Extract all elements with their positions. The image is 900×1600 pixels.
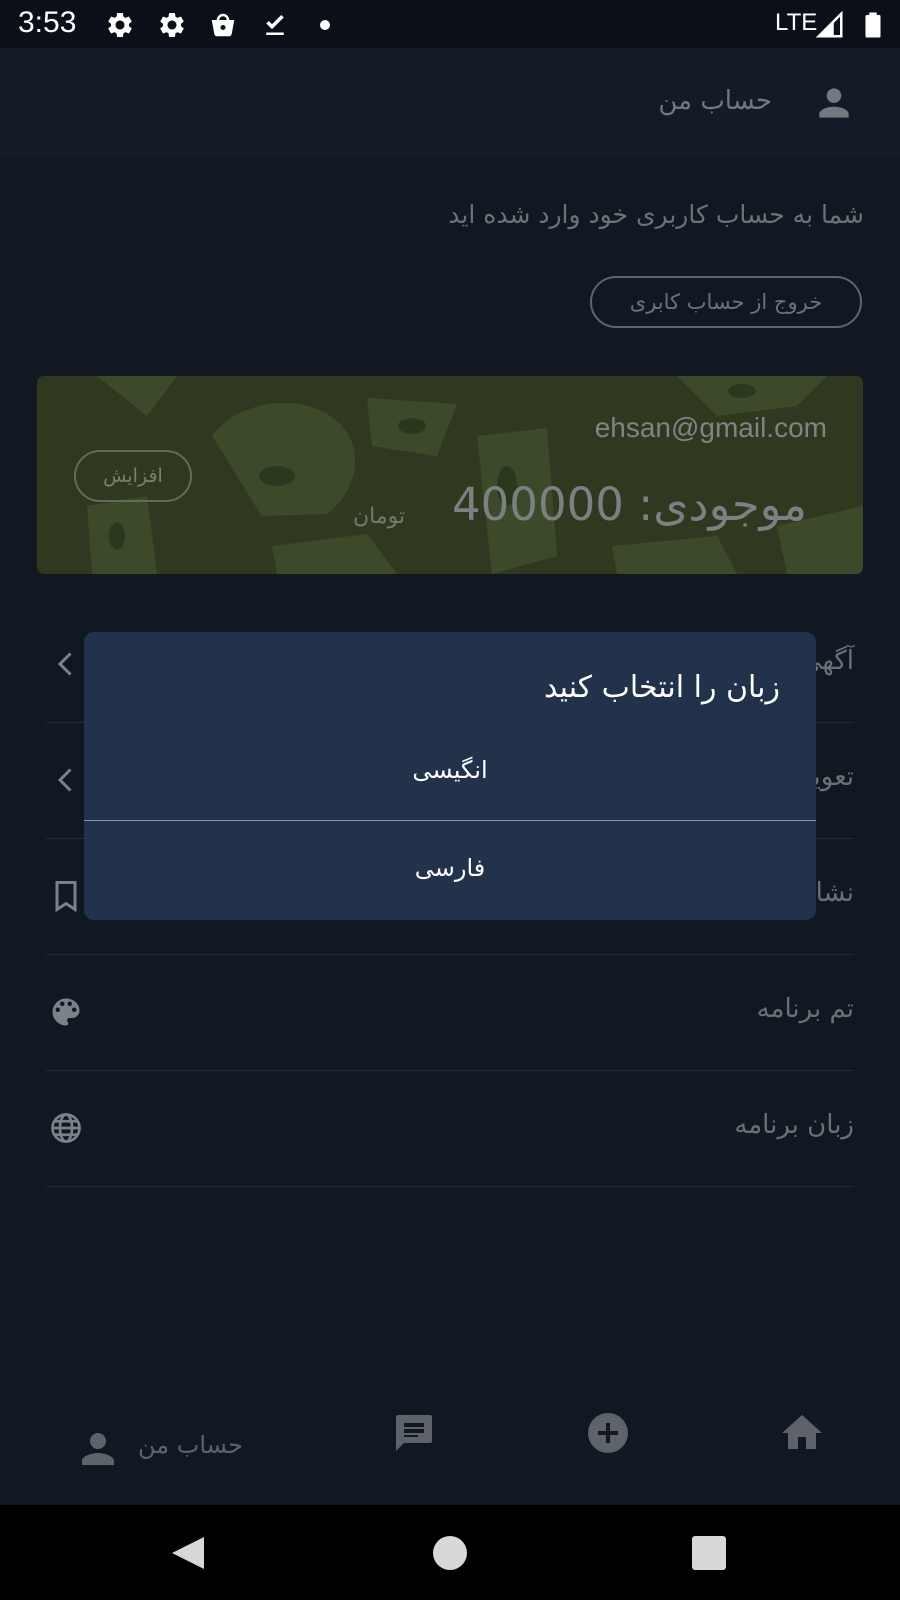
home-circle-icon[interactable] [432,1535,468,1571]
download-done-icon [260,10,290,40]
logged-in-message: شما به حساب کاربری خود وارد شده اید [448,200,864,229]
globe-icon [48,1110,84,1146]
bottom-nav-account[interactable]: حساب من [60,1405,280,1485]
account-icon [812,81,856,125]
settings-icon [105,10,135,40]
palette-icon [48,994,84,1030]
wallet-balance: موجودی: 400000 [452,478,807,531]
settings-icon [157,10,187,40]
battery-icon [858,10,888,40]
chat-icon[interactable] [390,1409,438,1457]
dot-icon [310,10,340,40]
network-type: LTE [775,9,818,36]
signal-icon [815,10,845,40]
page-title: حساب من [658,86,772,116]
app-bar: حساب من [0,48,900,158]
language-option-persian[interactable]: فارسی [84,854,816,882]
bottom-navigation: حساب من [0,1385,900,1505]
menu-item-label: زبان برنامه [734,1110,854,1140]
menu-item-label: تم برنامه [756,994,854,1024]
language-dialog: زبان را انتخاب کنید انگیسی فارسی [84,632,816,920]
language-option-english[interactable]: انگیسی [84,756,816,784]
logout-button[interactable]: خروج از حساب کابری [590,276,862,328]
add-circle-icon[interactable] [584,1409,632,1457]
chevron-left-icon [48,646,84,682]
account-email: ehsan@gmail.com [594,412,827,443]
dialog-title: زبان را انتخاب کنید [543,670,780,705]
bookmark-icon [48,878,84,914]
recents-icon[interactable] [692,1536,726,1570]
dialog-divider [84,820,816,821]
account-icon [74,1425,122,1473]
chevron-left-icon [48,762,84,798]
increase-balance-button[interactable]: افزایش [74,450,192,502]
bottom-nav-account-label: حساب من [138,1431,243,1459]
home-icon[interactable] [778,1409,826,1457]
status-bar: 3:53 LTE [0,0,900,48]
status-time: 3:53 [18,6,77,39]
wallet-card: ehsan@gmail.com موجودی: 400000 تومان افز… [37,376,863,574]
currency-label: تومان [353,504,406,529]
menu-item-app-theme[interactable]: تم برنامه [46,954,854,1071]
shopping-bag-icon [208,10,238,40]
system-navigation-bar [0,1505,900,1600]
menu-item-app-language[interactable]: زبان برنامه [46,1070,854,1187]
back-icon[interactable] [170,1535,206,1571]
